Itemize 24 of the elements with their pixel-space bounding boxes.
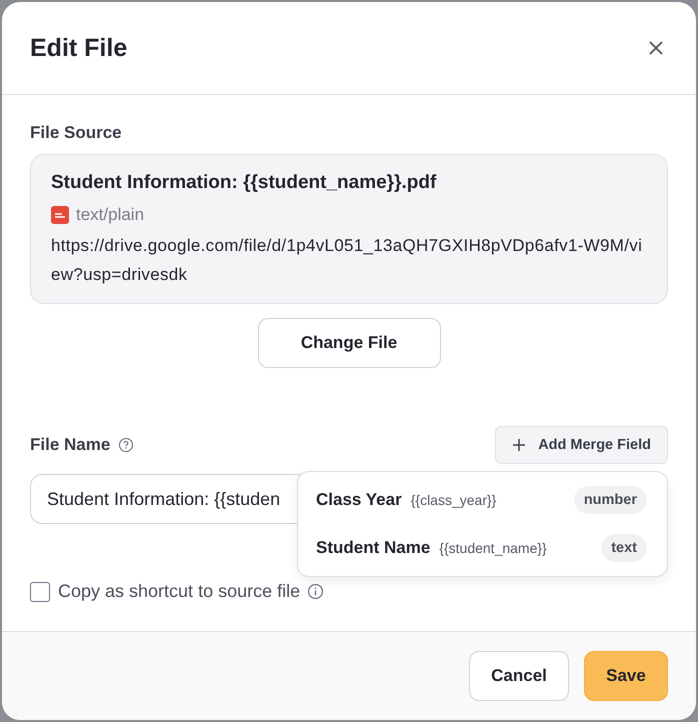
info-icon <box>308 584 324 599</box>
checkbox[interactable] <box>30 582 50 602</box>
field-name: Student Name <box>316 538 430 558</box>
type-badge: number <box>574 486 647 514</box>
field-token: {{student_name}} <box>439 540 547 556</box>
type-badge: text <box>601 534 647 562</box>
merge-field-item[interactable]: Student Name {{student_name}} text <box>298 524 667 572</box>
file-type: text/plain <box>76 205 144 225</box>
change-file-button[interactable]: Change File <box>258 318 440 368</box>
field-label: File Name <box>30 435 110 455</box>
help-icon <box>118 437 134 453</box>
checkbox-label: Copy as shortcut to source file <box>58 581 300 602</box>
file-title: Student Information: {{student_name}}.pdf <box>51 172 438 194</box>
plus-icon <box>512 438 526 452</box>
save-button[interactable]: Save <box>584 651 668 701</box>
dialog-title: Edit File <box>30 34 128 62</box>
field-token: {{class_year}} <box>410 492 496 508</box>
section-label: File Source <box>30 123 123 143</box>
merge-field-item[interactable]: Class Year {{class_year}} number <box>298 476 667 524</box>
field-name: Class Year <box>316 490 402 510</box>
pdf-icon <box>51 206 69 224</box>
file-url: https://drive.google.com/file/d/1p4vL051_13aQH7GXIH8pVDp6afv1-W9M/view?usp=drivesdk <box>51 235 644 286</box>
cancel-button[interactable]: Cancel <box>469 651 569 701</box>
add-merge-field-button[interactable]: Add Merge Field <box>495 426 668 464</box>
